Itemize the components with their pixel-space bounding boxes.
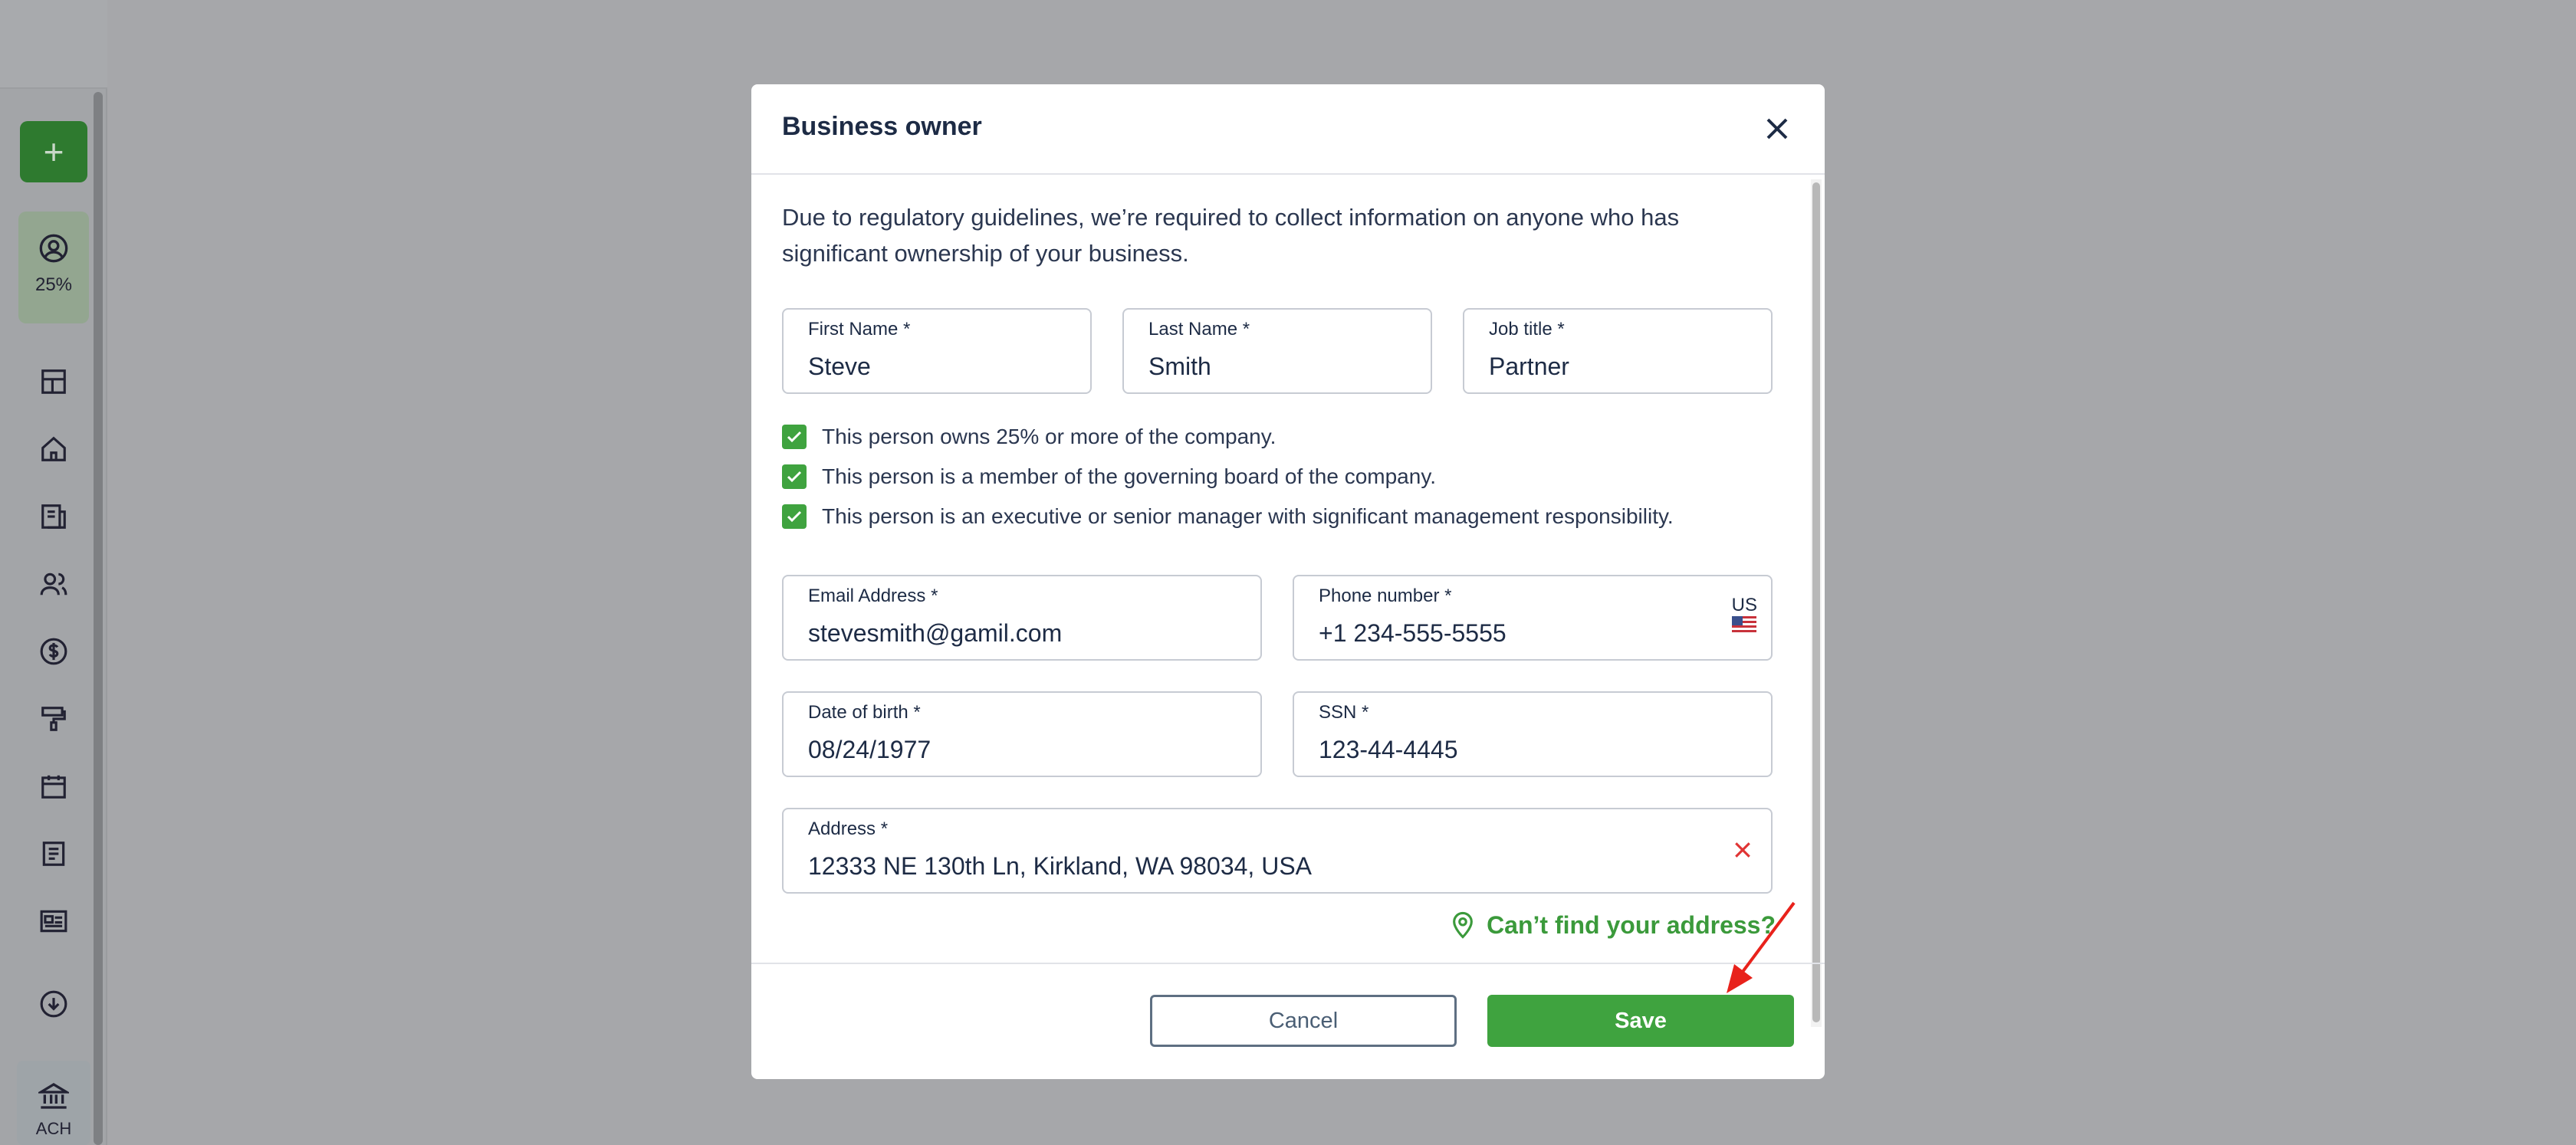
email-label: Email Address * [808,586,938,606]
sidebar-scrollbar[interactable] [94,92,103,1145]
executive-checkbox-label: This person is an executive or senior ma… [822,504,1674,528]
save-button[interactable]: Save [1487,995,1794,1047]
first-name-field[interactable]: First Name * Steve [782,308,1092,394]
last-name-label: Last Name * [1148,319,1250,340]
dialog-header: Business owner [751,84,1825,175]
phone-label: Phone number * [1319,586,1452,606]
bank-icon [38,1083,69,1109]
plus-icon: + [43,132,64,172]
address-label: Address * [808,819,889,839]
board-checkbox[interactable] [782,464,807,489]
cancel-button[interactable]: Cancel [1150,995,1457,1047]
ownership-checkbox[interactable] [782,425,807,449]
ach-label: ACH [35,1119,72,1138]
sidebar: + 25% ACH [0,0,107,1145]
dob-label: Date of birth * [808,702,921,723]
address-field[interactable]: Address * 12333 NE 130th Ln, Kirkland, W… [782,808,1773,894]
dialog-title: Business owner [782,112,982,141]
email-value[interactable]: stevesmith@gamil.com [808,619,1062,648]
executive-checkbox[interactable] [782,504,807,529]
country-code: US [1731,595,1757,615]
users-icon[interactable] [35,566,72,602]
add-button[interactable]: + [20,121,87,182]
document-icon[interactable] [35,835,72,872]
sidebar-header [0,0,107,89]
executive-checkbox-row[interactable]: This person is an executive or senior ma… [782,504,1674,529]
job-title-label: Job title * [1489,319,1565,340]
checkmark-icon [787,510,802,523]
ssn-field[interactable]: SSN * 123-44-4445 [1293,691,1773,777]
intro-text: Due to regulatory guidelines, we’re requ… [782,204,1680,267]
last-name-field[interactable]: Last Name * Smith [1122,308,1432,394]
country-selector[interactable]: US [1732,595,1757,633]
dob-field[interactable]: Date of birth * 08/24/1977 [782,691,1262,777]
checkmark-icon [787,471,802,483]
dollar-icon[interactable] [35,633,72,670]
ssn-label: SSN * [1319,702,1369,723]
phone-value[interactable]: +1 234-555-5555 [1319,619,1506,648]
ownership-checkbox-label: This person owns 25% or more of the comp… [822,425,1276,448]
board-checkbox-row[interactable]: This person is a member of the governing… [782,464,1436,489]
dob-value[interactable]: 08/24/1977 [808,736,931,764]
scrollbar-thumb[interactable] [1812,182,1820,1022]
email-field[interactable]: Email Address * stevesmith@gamil.com [782,575,1262,661]
id-card-icon[interactable] [35,903,72,940]
last-name-value[interactable]: Smith [1148,353,1211,381]
checkmark-icon [787,431,802,443]
invoice-icon[interactable] [35,498,72,535]
setup-percent: 25% [34,274,73,295]
job-title-field[interactable]: Job title * Partner [1463,308,1773,394]
paint-roller-icon[interactable] [35,700,72,737]
dialog-scrollbar[interactable] [1811,179,1822,1027]
location-pin-icon [1453,911,1473,939]
clear-address-icon[interactable] [1731,838,1754,861]
cloud-download-icon[interactable] [35,986,72,1022]
board-checkbox-label: This person is a member of the governing… [822,464,1437,488]
user-circle-icon [39,234,68,263]
business-owner-dialog: Business owner Due to regulatory guideli… [751,84,1825,1079]
us-flag-icon [1732,616,1757,633]
annotation-arrow-icon [1727,901,1796,993]
home-icon[interactable] [35,431,72,468]
address-value[interactable]: 12333 NE 130th Ln, Kirkland, WA 98034, U… [808,852,1312,881]
job-title-value[interactable]: Partner [1489,353,1569,381]
calendar-icon[interactable] [35,768,72,805]
first-name-label: First Name * [808,319,911,340]
close-icon [1766,118,1788,139]
phone-field[interactable]: Phone number * +1 234-555-5555 US [1293,575,1773,661]
dialog-footer: Cancel Save [751,963,1825,1079]
ownership-checkbox-row[interactable]: This person owns 25% or more of the comp… [782,425,1276,449]
ssn-value[interactable]: 123-44-4445 [1319,736,1457,764]
close-button[interactable] [1760,112,1794,146]
ach-button[interactable]: ACH [17,1061,90,1145]
dashboard-icon[interactable] [35,363,72,400]
setup-progress-card[interactable]: 25% [18,212,89,323]
first-name-value[interactable]: Steve [808,353,871,381]
